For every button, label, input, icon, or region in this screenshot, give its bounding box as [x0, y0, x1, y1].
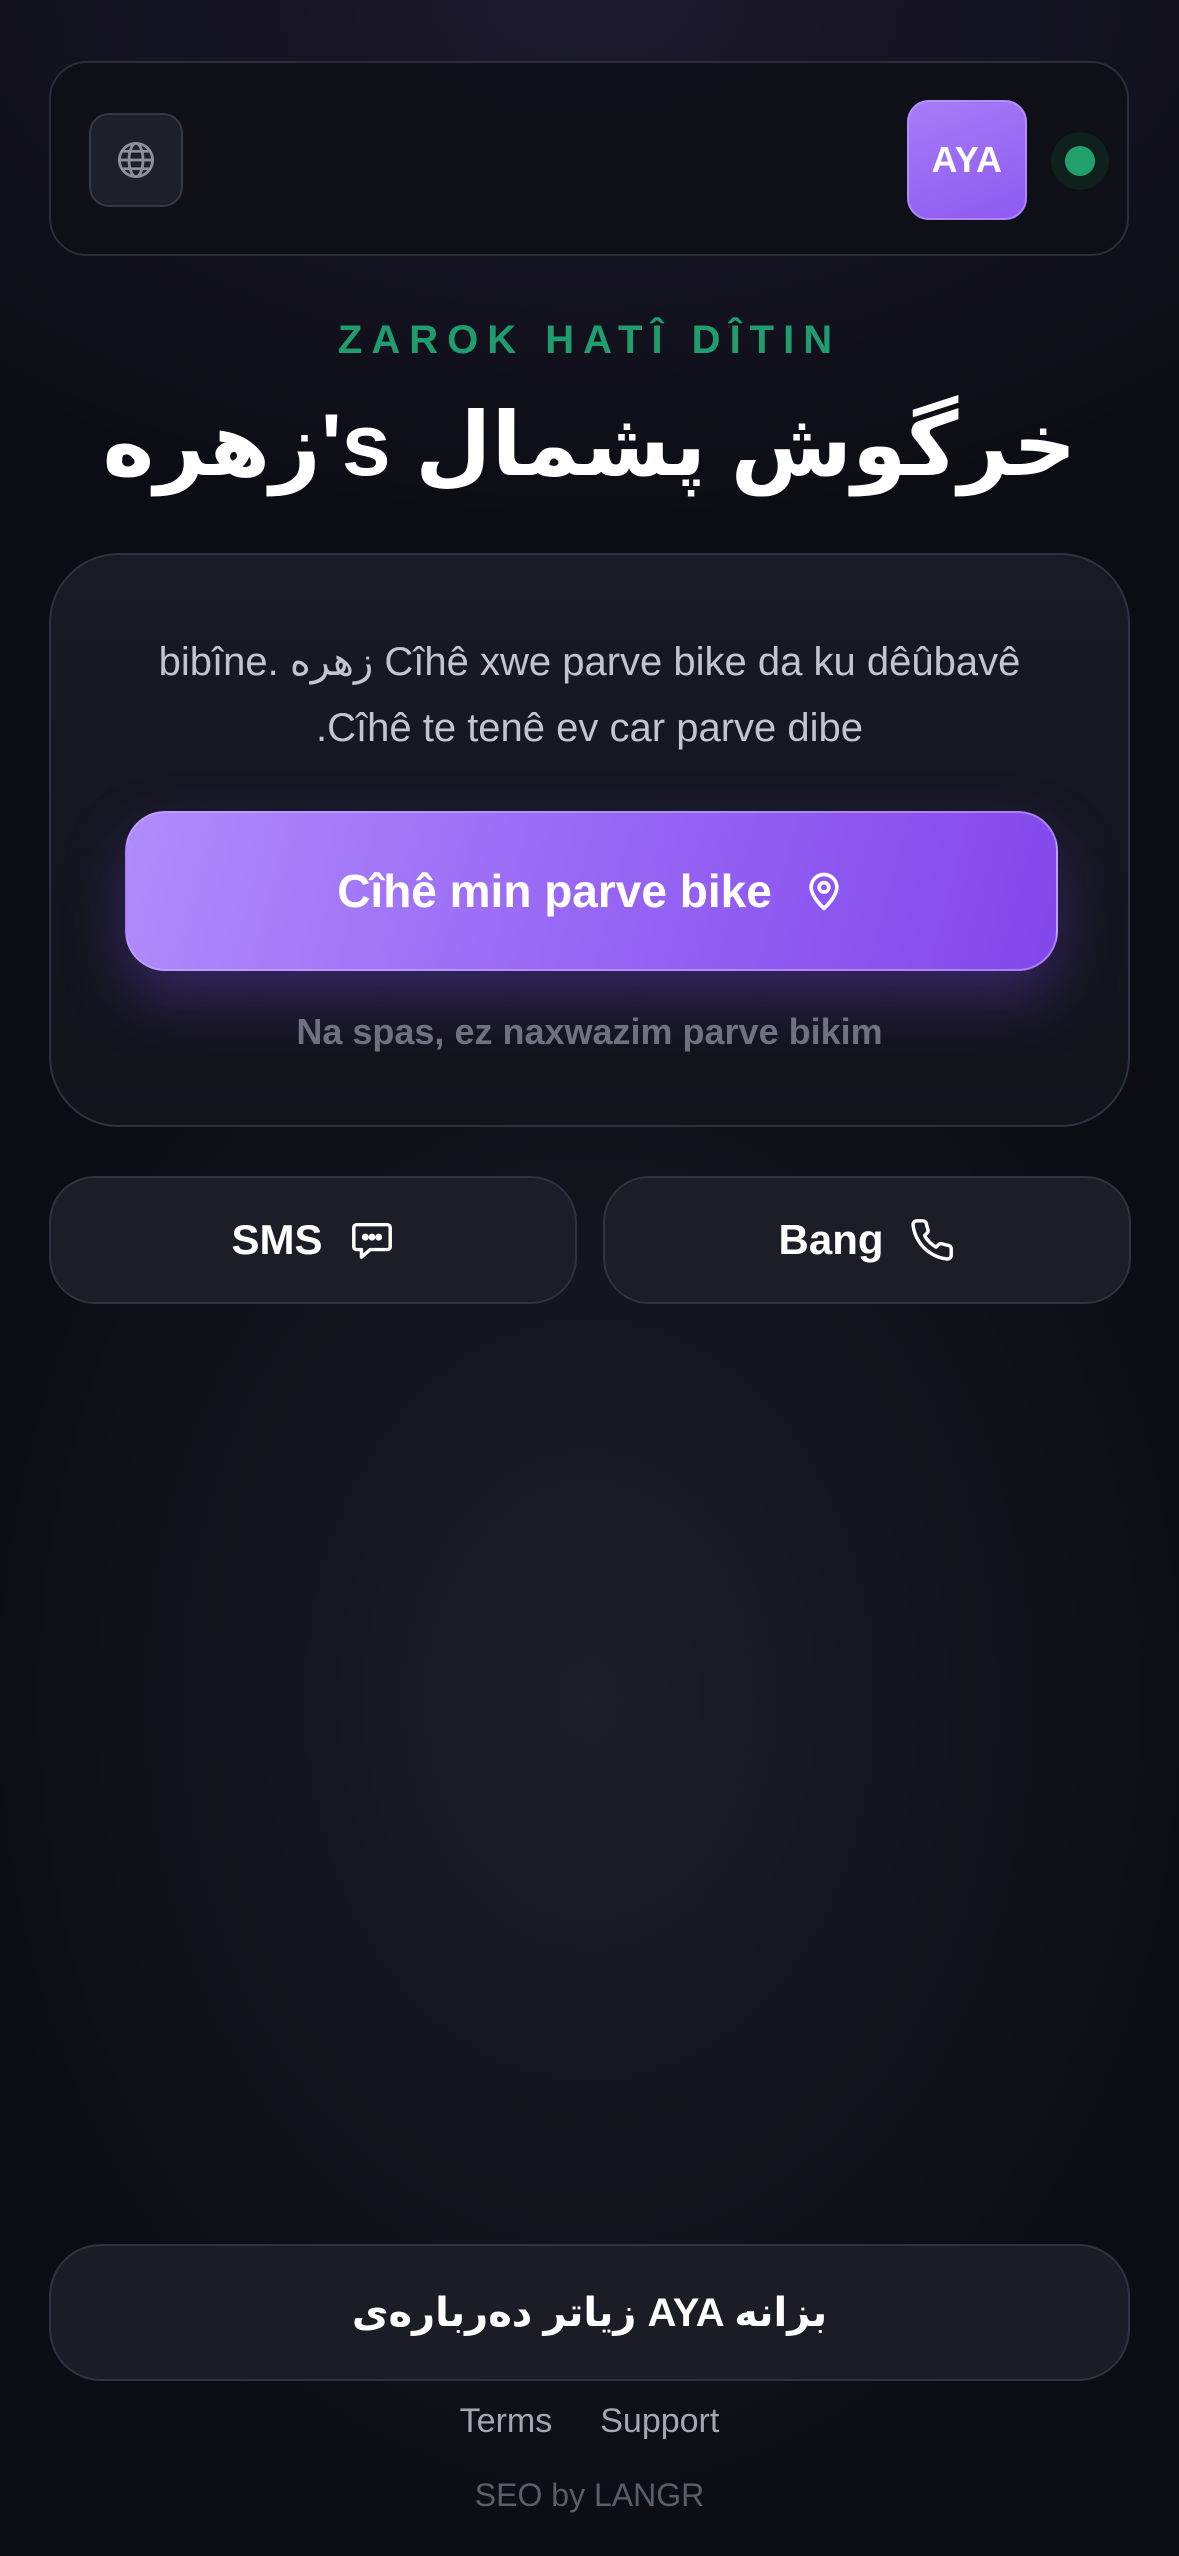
- call-label: Bang: [778, 1216, 884, 1263]
- footer-links: Terms Support: [0, 2402, 1179, 2441]
- learn-more-button[interactable]: زیاتر دەربارەی AYA بزانە: [49, 2244, 1130, 2381]
- status-indicator: [1051, 132, 1109, 190]
- page-title: زهره's خرگوش پشمال: [102, 395, 1077, 494]
- share-location-card: bibîne. زهره Cîhê xwe parve bike da ku d…: [49, 553, 1130, 1127]
- sms-label: SMS: [231, 1216, 323, 1263]
- message-icon: [349, 1217, 395, 1263]
- call-button[interactable]: Bang: [603, 1176, 1131, 1304]
- map-pin-icon: [802, 869, 846, 913]
- language-button[interactable]: [89, 113, 183, 207]
- globe-icon: [115, 139, 157, 181]
- decline-share-link[interactable]: Na spas, ez naxwazim parve bikim: [51, 1011, 1128, 1053]
- aya-logo: AYA: [907, 100, 1027, 220]
- seo-credit: SEO by LANGR: [474, 2477, 705, 2513]
- share-description: bibîne. زهره Cîhê xwe parve bike da ku d…: [158, 640, 1021, 750]
- phone-icon: [910, 1217, 956, 1263]
- share-location-label: Cîhê min parve bike: [337, 865, 772, 917]
- share-location-button[interactable]: Cîhê min parve bike: [125, 811, 1058, 971]
- terms-link[interactable]: Terms: [460, 2402, 553, 2441]
- support-link[interactable]: Support: [600, 2402, 719, 2441]
- status-dot: [1065, 146, 1095, 176]
- found-label: ZAROK HATÎ DÎTIN: [337, 318, 842, 362]
- sms-button[interactable]: SMS: [49, 1176, 577, 1304]
- header-bar: AYA: [49, 61, 1129, 256]
